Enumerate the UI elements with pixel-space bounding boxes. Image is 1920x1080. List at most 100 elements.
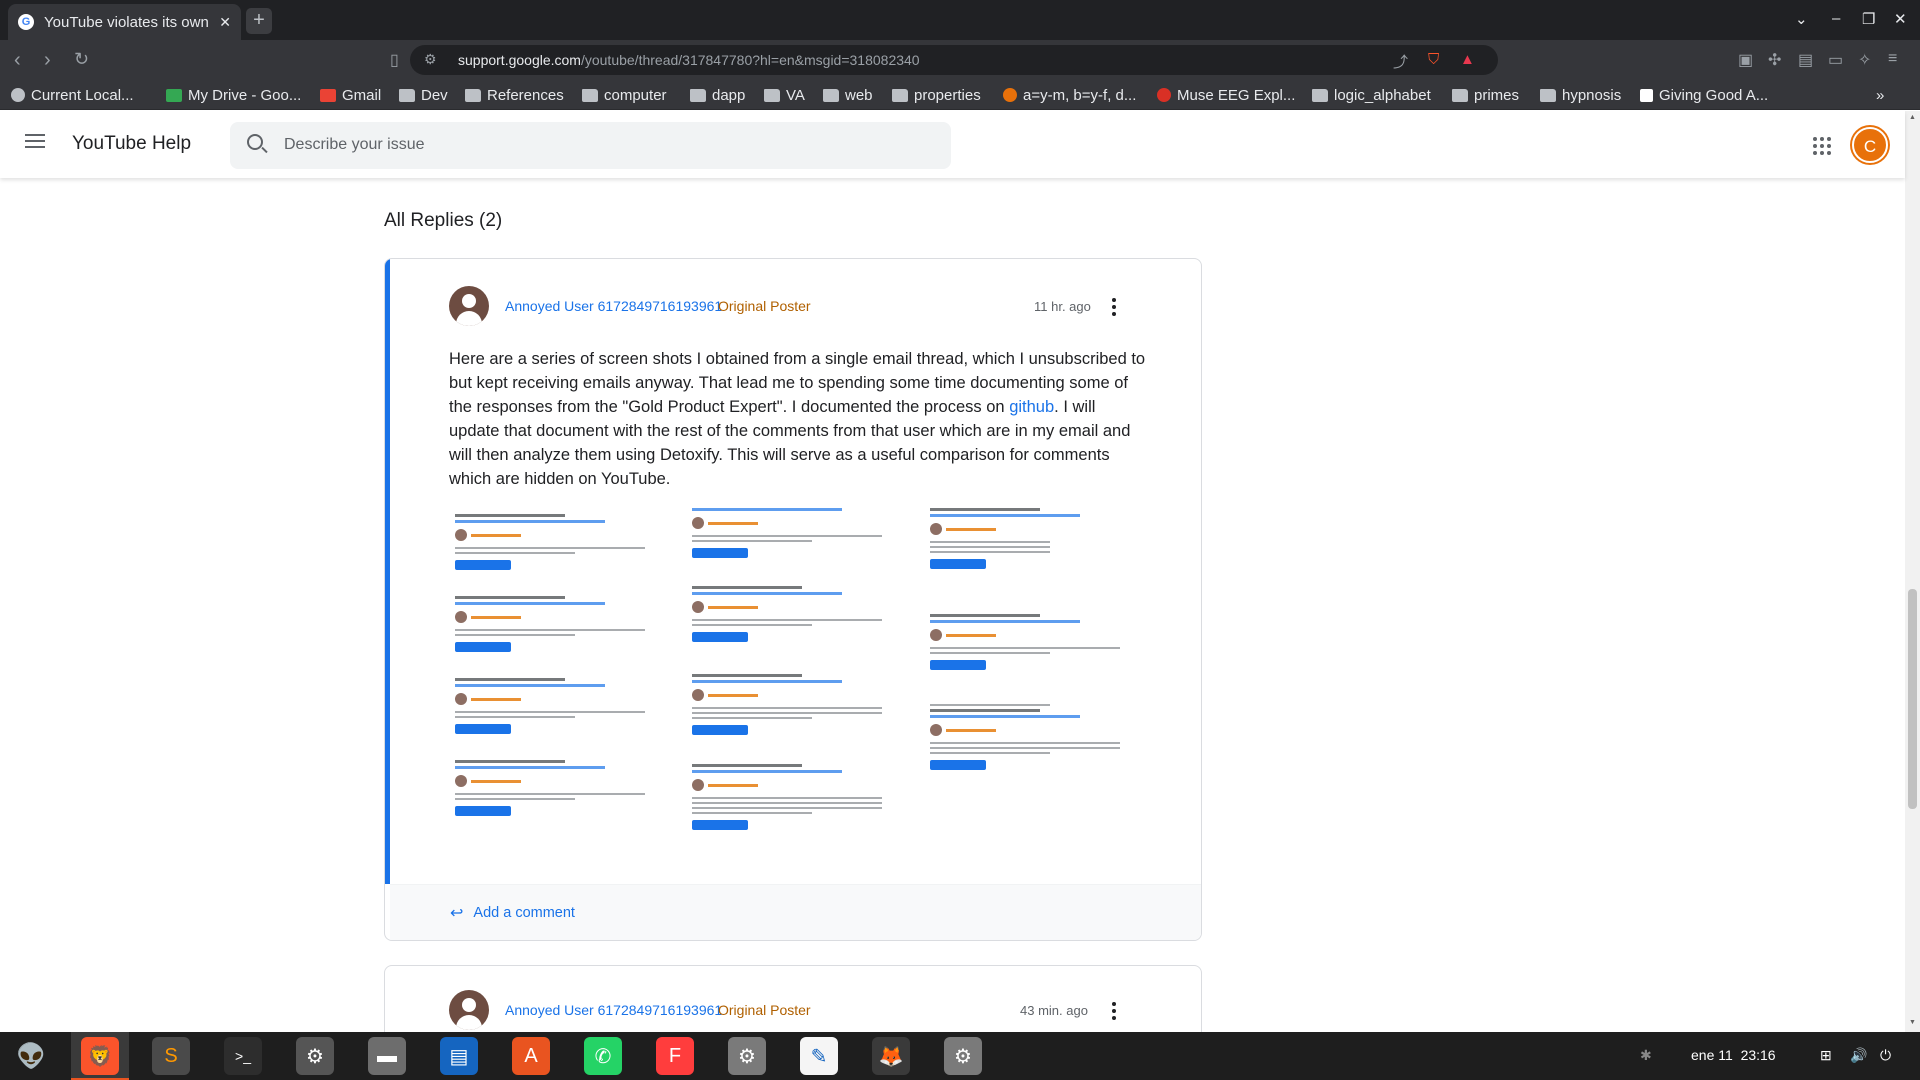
brave-rewards-icon[interactable]: ▲ [1460,51,1475,68]
restore-icon[interactable]: ❐ [1862,10,1875,28]
preferences-icon[interactable]: ⚙ [944,1037,982,1075]
browser-tabstrip: G YouTube violates its own ✕ + ⌄ – ❐ ✕ [0,0,1920,40]
site-title[interactable]: YouTube Help [72,133,191,155]
new-tab-button[interactable]: + [246,8,272,34]
reader-mode-icon[interactable]: ▣ [1738,50,1753,70]
leo-ai-icon[interactable]: ✧ [1858,50,1871,70]
bookmark-item[interactable]: web [823,85,873,105]
bookmark-item[interactable]: properties [892,85,981,105]
browser-toolbar: ‹ › ↻ ▯ ⚙ support.google.com/youtube/thr… [0,40,1920,80]
power-icon[interactable]: ⏻ [1880,1047,1891,1064]
reply-card: Annoyed User 6172849716193961 Original P… [384,258,1202,941]
settings-icon[interactable]: ⚙ [296,1037,334,1075]
more-bookmarks-icon[interactable]: » [1876,85,1884,105]
sublime-text-icon[interactable]: S [152,1037,190,1075]
flipboard-icon[interactable]: F [656,1037,694,1075]
bookmark-item[interactable]: logic_alphabet [1312,85,1431,105]
folder-icon [1540,88,1556,102]
screenshot-column [923,504,1149,864]
bookmark-item[interactable]: Dev [399,85,448,105]
bookmark-item[interactable]: References [465,85,564,105]
scrollbar-thumb[interactable] [1908,589,1917,809]
system-settings-icon[interactable]: ⚙ [728,1037,766,1075]
search-input[interactable] [284,132,924,158]
clock-date[interactable]: ene 11 23:16 [1691,1047,1776,1063]
wallet-icon[interactable]: ▭ [1828,50,1843,70]
author-avatar-icon[interactable] [449,990,489,1030]
extensions-icon[interactable]: ✣ [1768,50,1781,70]
bookmark-item[interactable]: VA [764,85,805,105]
brave-shields-icon[interactable]: ⛉ [1428,51,1439,68]
search-box[interactable] [230,122,951,169]
google-apps-icon[interactable] [1813,137,1831,155]
folder-icon [690,88,706,102]
browser-tab-active[interactable]: G YouTube violates its own ✕ [8,4,241,40]
bookmark-item[interactable]: primes [1452,85,1519,105]
forward-arrow-icon[interactable]: › [44,49,51,72]
account-avatar[interactable]: C [1852,127,1888,163]
reply-arrow-icon: ↩ [450,905,464,922]
github-link[interactable]: github [1009,398,1054,416]
site-info-icon[interactable]: ⚙ [424,51,437,68]
main-menu-icon[interactable] [25,134,45,148]
more-options-icon[interactable] [1112,298,1116,316]
address-bar[interactable]: ⚙ support.google.com/youtube/thread/3178… [410,45,1498,75]
reply-timestamp: 11 hr. ago [1034,299,1091,314]
back-arrow-icon[interactable]: ‹ [14,49,21,72]
folder-icon [399,88,415,102]
volume-icon[interactable]: 🔊 [1850,1047,1867,1064]
bluetooth-icon[interactable]: ✱ [1640,1047,1652,1064]
bookmark-item[interactable]: Muse EEG Expl... [1157,85,1295,105]
bookmark-item[interactable]: hypnosis [1540,85,1621,105]
bookmark-item[interactable]: Giving Good A... [1640,85,1768,105]
tab-search-chevron-icon[interactable]: ⌄ [1795,10,1808,28]
folder-icon [892,88,908,102]
text-editor-icon[interactable]: ✎ [800,1037,838,1075]
author-avatar-icon[interactable] [449,286,489,326]
gear-icon [1003,88,1017,102]
menu-icon[interactable]: ≡ [1888,50,1897,68]
bookmark-item[interactable]: Gmail [320,85,381,105]
files-icon[interactable]: ▬ [368,1037,406,1075]
terminal-icon[interactable]: >_ [224,1037,262,1075]
author-name[interactable]: Annoyed User 6172849716193961 [505,298,722,314]
bookmark-item[interactable]: computer [582,85,667,105]
url-text[interactable]: support.google.com/youtube/thread/317847… [458,52,920,68]
sidebar-icon[interactable]: ▤ [1798,50,1813,70]
scroll-up-icon[interactable]: ▲ [1909,114,1916,121]
gmail-icon [320,88,336,102]
share-icon[interactable]: ⤴ [1393,51,1408,72]
bookmark-icon[interactable]: ▯ [390,50,399,70]
add-comment-button[interactable]: ↩ Add a comment [450,903,575,923]
tab-title: YouTube violates its own [44,13,209,31]
window-close-icon[interactable]: ✕ [1894,10,1907,28]
author-name[interactable]: Annoyed User 6172849716193961 [505,1002,722,1018]
bookmark-item[interactable]: dapp [690,85,745,105]
document-editor-icon[interactable]: ▤ [440,1037,478,1075]
tab-close-icon[interactable]: ✕ [219,14,231,31]
bookmark-item[interactable]: My Drive - Goo... [166,85,301,105]
whatsapp-icon[interactable]: ✆ [584,1037,622,1075]
screenshot-column [686,504,912,864]
app-icon [1157,88,1171,102]
page-scrollbar[interactable]: ▲ ▼ [1905,111,1920,1032]
os-taskbar: 👽 🦁 S >_ ⚙ ▬ ▤ A ✆ F ⚙ ✎ 🦊 ⚙ ✱ ene 11 23… [0,1032,1920,1080]
bookmark-item[interactable]: a=y-m, b=y-f, d... [1003,85,1136,105]
software-center-icon[interactable]: A [512,1037,550,1075]
page-viewport: YouTube Help C All Replies (2) Annoyed U… [0,111,1920,1032]
gimp-icon[interactable]: 🦊 [872,1037,910,1075]
google-favicon-icon: G [18,14,34,30]
network-icon[interactable]: ⊞ [1820,1047,1832,1064]
folder-icon [582,88,598,102]
brave-browser-icon[interactable]: 🦁 [81,1037,119,1075]
minimize-icon[interactable]: – [1832,10,1840,27]
reload-icon[interactable]: ↻ [74,49,89,70]
folder-icon [1452,88,1468,102]
bookmark-item[interactable]: Current Local... [11,85,134,105]
all-replies-heading: All Replies (2) [384,210,503,231]
more-options-icon[interactable] [1112,1002,1116,1020]
screenshot-image[interactable] [449,504,1149,864]
scroll-down-icon[interactable]: ▼ [1909,1019,1916,1026]
alien-launcher-icon[interactable]: 👽 [12,1037,50,1075]
original-poster-badge: Original Poster [718,298,811,314]
